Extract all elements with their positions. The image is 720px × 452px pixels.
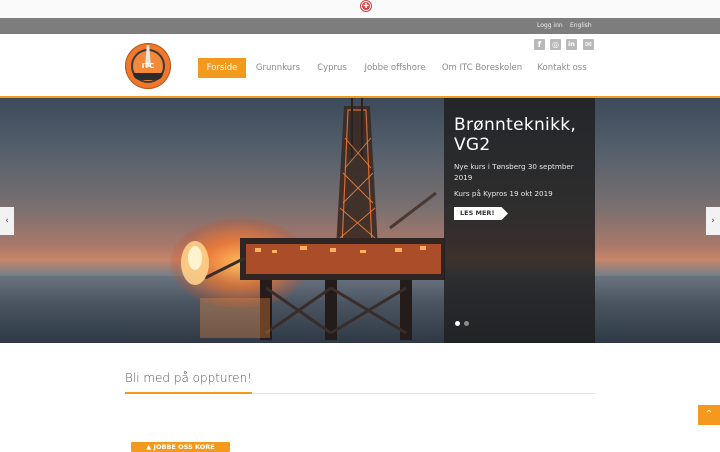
slider-dot-1[interactable]: [455, 321, 460, 326]
nav-item-kontakt[interactable]: Kontakt oss: [533, 58, 591, 78]
logo-text: ITC: [141, 62, 155, 70]
nav-item-om-itc[interactable]: Om ITC Boreskolen: [439, 58, 525, 78]
hero-slider: [0, 98, 720, 343]
nav-item-forside[interactable]: Forside: [198, 58, 246, 78]
section-accent-line: [125, 392, 252, 394]
hero-text-course-kypros: Kurs på Kypros 19 okt 2019: [454, 189, 553, 198]
facebook-icon[interactable]: f: [534, 39, 545, 50]
logo-band: [133, 73, 163, 80]
nav-item-grunnkurs[interactable]: Grunnkurs: [252, 58, 304, 78]
site-logo[interactable]: ITC: [125, 43, 171, 89]
language-link[interactable]: English: [570, 21, 592, 31]
slider-prev-button[interactable]: ‹: [0, 207, 14, 235]
read-more-button[interactable]: LES MER!: [454, 207, 508, 220]
slider-dot-2[interactable]: [464, 321, 469, 326]
hero-text-course-tonsberg: Nye kurs i Tønsberg 30 septmber 2019: [454, 162, 574, 182]
scroll-to-top-button[interactable]: ⌃: [698, 405, 720, 425]
jobs-cta-button[interactable]: ▲ JOBBE OSS KORE: [131, 442, 230, 452]
nav-item-jobbe-offshore[interactable]: Jobbe offshore: [362, 58, 428, 78]
email-icon[interactable]: ✉: [583, 39, 594, 50]
linkedin-icon[interactable]: in: [566, 39, 577, 50]
section-title: Bli med på oppturen!: [125, 371, 252, 385]
utility-bar: Logg inn English: [0, 18, 720, 34]
oil-rig-image: [181, 98, 445, 340]
slider-next-button[interactable]: ›: [706, 207, 720, 235]
nav-item-cyprus[interactable]: Cyprus: [313, 58, 351, 78]
login-link[interactable]: Logg inn: [537, 21, 563, 31]
site-header: [0, 34, 720, 96]
flag-icon[interactable]: ✚: [361, 1, 371, 11]
top-strip: ✚: [0, 0, 720, 18]
instagram-icon[interactable]: ◎: [550, 39, 561, 50]
hero-title: Brønnteknikk, VG2: [454, 115, 577, 155]
